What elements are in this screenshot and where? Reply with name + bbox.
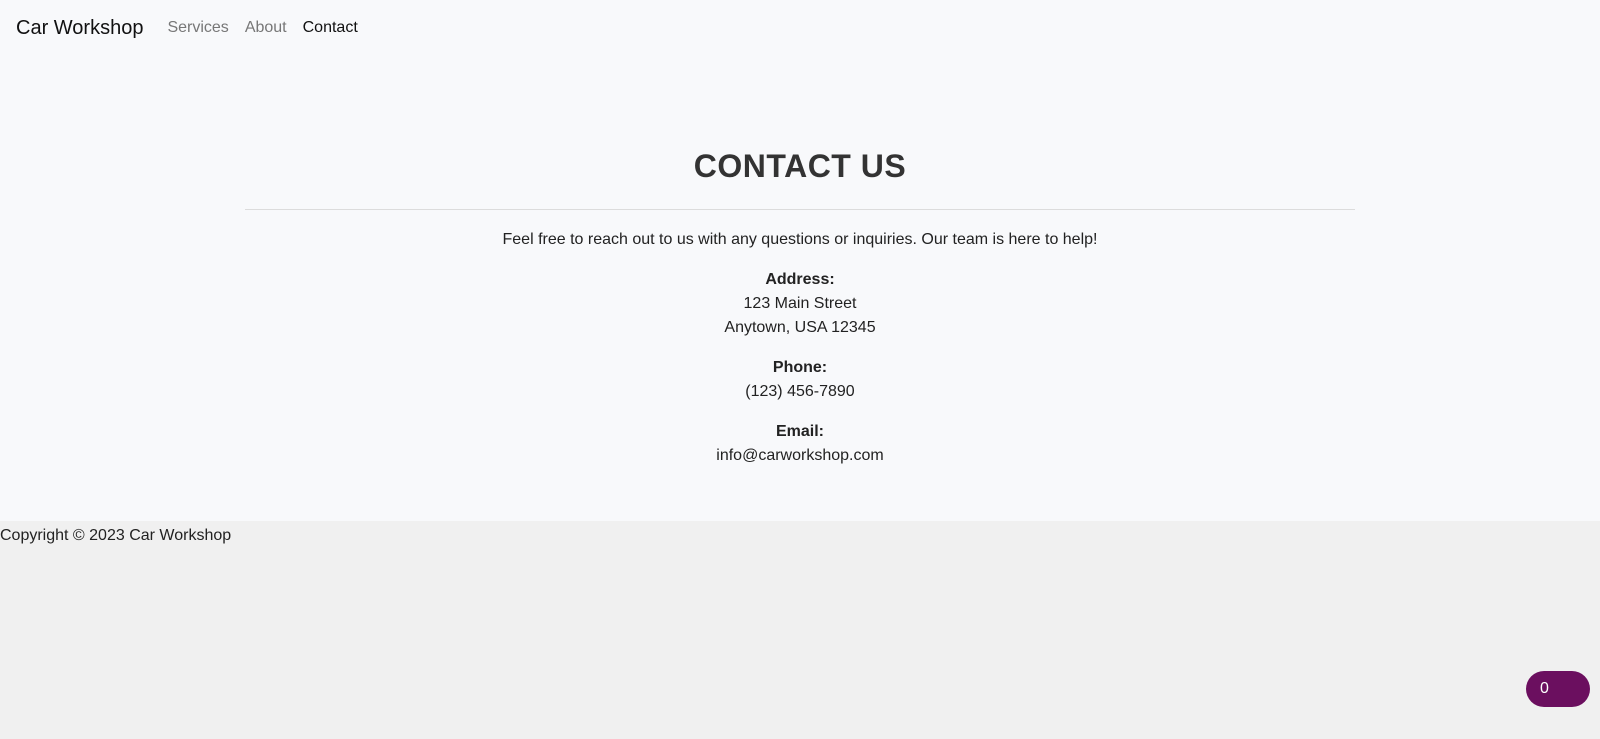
brand-link[interactable]: Car Workshop — [16, 17, 143, 40]
intro-text: Feel free to reach out to us with any qu… — [502, 231, 1098, 248]
nav-link-services[interactable]: Services — [167, 19, 228, 37]
navbar: Car Workshop Services About Contact — [0, 0, 1600, 56]
address-line-2: Anytown, USA 12345 — [724, 319, 876, 336]
page-title: CONTACT US — [693, 148, 907, 184]
email-value: info@carworkshop.com — [716, 447, 884, 464]
counter-value: 0 — [1540, 680, 1549, 697]
copyright-text: Copyright © 2023 Car Workshop — [0, 527, 232, 544]
email-block: Email: info@carworkshop.com — [245, 420, 1355, 468]
address-line-1: 123 Main Street — [743, 295, 857, 312]
email-label: Email: — [775, 423, 824, 440]
counter-badge[interactable]: 0 — [1526, 671, 1590, 707]
page-top: Car Workshop Services About Contact CONT… — [0, 0, 1600, 521]
phone-label: Phone: — [772, 359, 828, 376]
address-label: Address: — [765, 271, 835, 288]
phone-block: Phone: (123) 456-7890 — [245, 356, 1355, 404]
nav-link-about[interactable]: About — [245, 19, 287, 37]
nav-link-contact[interactable]: Contact — [303, 19, 358, 37]
phone-value: (123) 456-7890 — [745, 383, 855, 400]
contact-section: CONTACT US Feel free to reach out to us … — [245, 140, 1355, 484]
address-block: Address: 123 Main Street Anytown, USA 12… — [245, 268, 1355, 340]
divider — [245, 209, 1355, 210]
footer: Copyright © 2023 Car Workshop — [0, 521, 1600, 548]
